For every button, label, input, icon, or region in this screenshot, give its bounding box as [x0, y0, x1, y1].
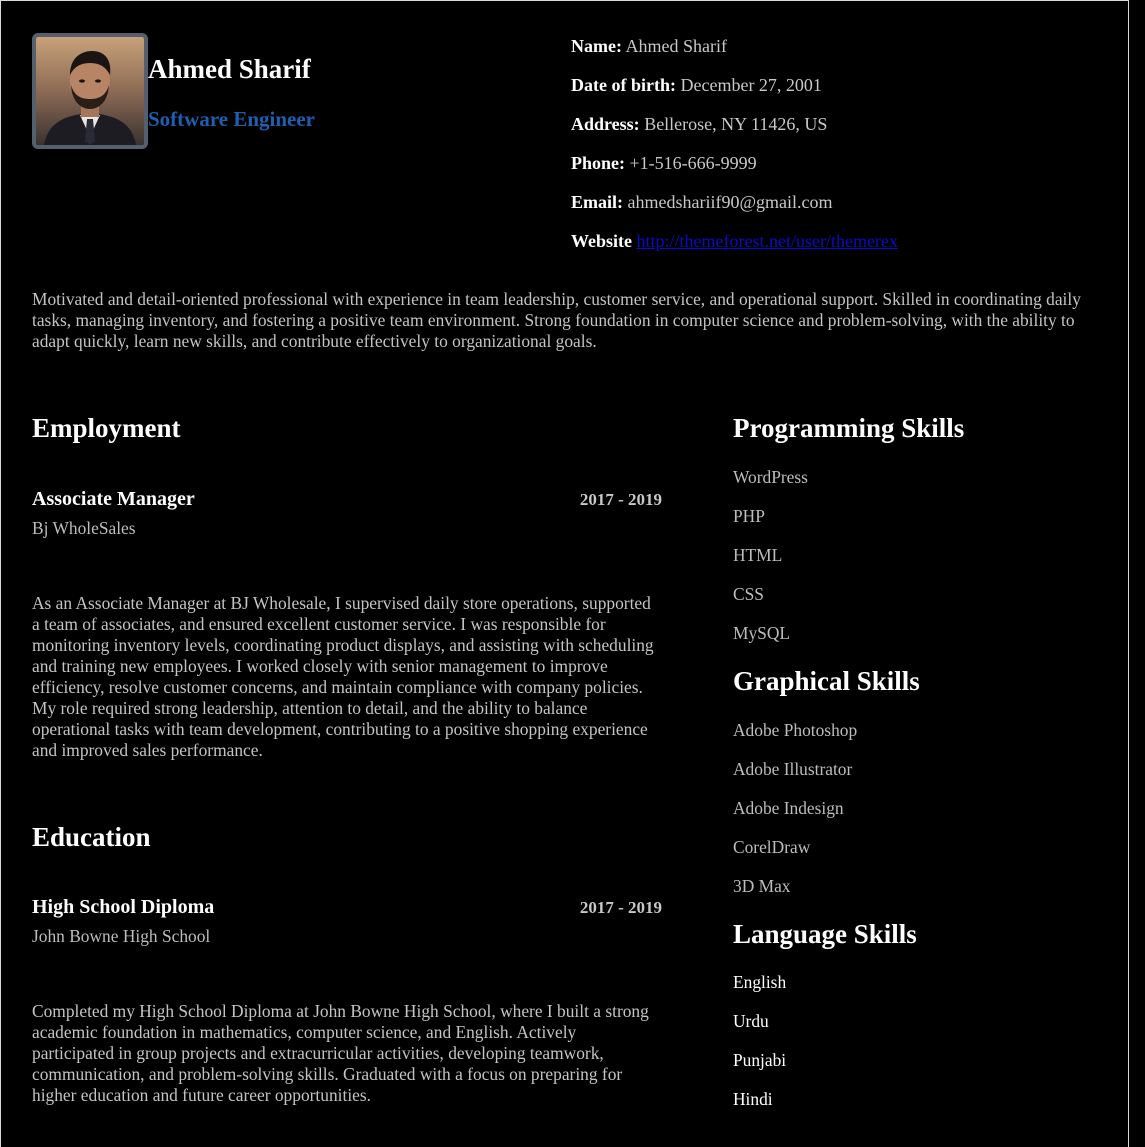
- skill-item: WordPress: [733, 467, 808, 487]
- contact-info: Name: Ahmed Sharif Date of birth: Decemb…: [571, 35, 898, 269]
- profile-header: Ahmed Sharif Software Engineer: [32, 33, 315, 149]
- education-school: John Bowne High School: [32, 926, 211, 946]
- language-item: Punjabi: [733, 1050, 787, 1070]
- employment-heading: Employment: [32, 413, 181, 443]
- page-frame: [0, 0, 1129, 1147]
- contact-website-link[interactable]: http://themeforest.net/user/themerex: [637, 231, 898, 251]
- profile-name: Ahmed Sharif: [148, 54, 311, 84]
- contact-email-label: Email:: [571, 192, 623, 212]
- contact-email-value: ahmedshariif90@gmail.com: [627, 192, 833, 212]
- education-entry-header: High School Diploma 2017 - 2019: [32, 896, 662, 919]
- contact-name-label: Name:: [571, 36, 622, 56]
- contact-name-row: Name: Ahmed Sharif: [571, 35, 898, 74]
- person-portrait-icon: [36, 37, 144, 145]
- language-skills-heading: Language Skills: [733, 919, 917, 949]
- contact-name-value: Ahmed Sharif: [625, 36, 727, 56]
- employment-entry-header: Associate Manager 2017 - 2019: [32, 488, 662, 511]
- education-degree: High School Diploma: [32, 896, 215, 918]
- language-item: Urdu: [733, 1011, 769, 1031]
- contact-address-value: Bellerose, NY 11426, US: [644, 114, 828, 134]
- contact-dob-value: December 27, 2001: [680, 75, 822, 95]
- profile-job-title: Software Engineer: [148, 107, 316, 131]
- skill-item: Adobe Illustrator: [733, 759, 853, 779]
- name-block: Ahmed Sharif Software Engineer: [148, 33, 315, 131]
- education-years: 2017 - 2019: [579, 898, 662, 917]
- employment-description: As an Associate Manager at BJ Wholesale,…: [32, 593, 654, 760]
- contact-dob-label: Date of birth:: [571, 75, 676, 95]
- profile-summary: Motivated and detail-oriented profession…: [32, 289, 1081, 351]
- contact-phone-value: +1-516-666-9999: [629, 153, 757, 173]
- skill-item: CSS: [733, 584, 764, 604]
- language-item: English: [733, 972, 787, 992]
- employment-years: 2017 - 2019: [579, 490, 662, 509]
- contact-address-row: Address: Bellerose, NY 11426, US: [571, 113, 898, 152]
- employment-position: Associate Manager: [32, 488, 195, 510]
- contact-phone-label: Phone:: [571, 153, 625, 173]
- programming-skills-heading: Programming Skills: [733, 413, 965, 443]
- education-heading: Education: [32, 822, 151, 852]
- contact-address-label: Address:: [571, 114, 640, 134]
- education-description: Completed my High School Diploma at John…: [32, 1001, 649, 1105]
- skill-item: PHP: [733, 506, 765, 526]
- contact-website-label: Website: [571, 231, 632, 251]
- employment-company: Bj WholeSales: [32, 518, 136, 538]
- skill-item: Adobe Photoshop: [733, 720, 858, 740]
- skill-item: CorelDraw: [733, 837, 811, 857]
- graphical-skills-heading: Graphical Skills: [733, 666, 920, 696]
- skill-item: 3D Max: [733, 876, 791, 896]
- contact-website-row: Website http://themeforest.net/user/them…: [571, 230, 898, 269]
- avatar: [32, 33, 148, 149]
- skill-item: Adobe Indesign: [733, 798, 844, 818]
- contact-phone-row: Phone: +1-516-666-9999: [571, 152, 898, 191]
- skill-item: MySQL: [733, 623, 791, 643]
- contact-dob-row: Date of birth: December 27, 2001: [571, 74, 898, 113]
- contact-email-row: Email: ahmedshariif90@gmail.com: [571, 191, 898, 230]
- skill-item: HTML: [733, 545, 783, 565]
- language-item: Hindi: [733, 1089, 773, 1109]
